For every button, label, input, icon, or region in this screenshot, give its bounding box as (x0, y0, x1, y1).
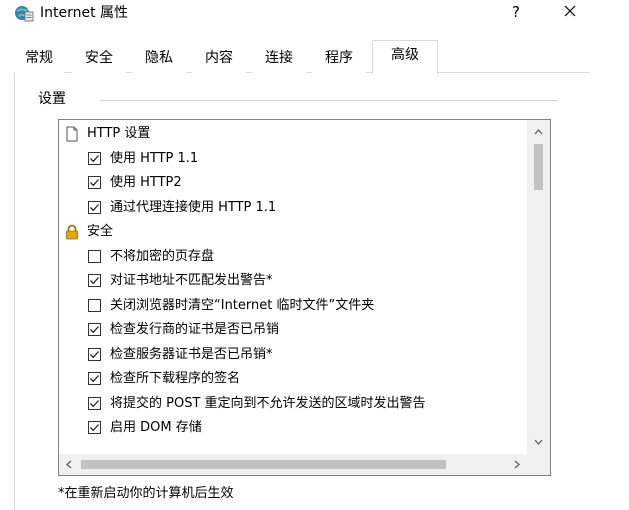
settings-option[interactable]: 对证书地址不匹配发出警告* (59, 269, 527, 293)
scroll-right-button[interactable] (507, 454, 527, 475)
checkmark-icon (90, 399, 99, 407)
option-label: 检查发行商的证书是否已吊销 (110, 322, 280, 337)
settings-option[interactable]: 检查发行商的证书是否已吊销 (59, 318, 527, 342)
scroll-down-button[interactable] (527, 432, 550, 452)
option-label: 检查服务器证书是否已吊销* (110, 346, 273, 362)
option-label: 检查所下载程序的签名 (110, 371, 241, 386)
chevron-down-icon (534, 439, 543, 445)
checkbox-checked[interactable] (88, 200, 101, 214)
tab-advanced[interactable]: 高级 (372, 40, 438, 74)
settings-listbox[interactable]: HTTP 设置使用 HTTP 1.1 使用 HTTP2 通过代理连接使用 HTTP … (58, 119, 551, 476)
settings-group-label: 设置 (38, 89, 66, 109)
tab-programs[interactable]: 程序 (312, 44, 366, 73)
page-icon (64, 126, 80, 142)
checkmark-icon (90, 326, 99, 334)
settings-category: 安全 (59, 220, 527, 244)
checkbox-checked[interactable] (88, 274, 101, 287)
category-label: HTTP 设置 (87, 126, 151, 141)
help-button[interactable]: ? (505, 1, 527, 23)
checkmark-icon (90, 424, 99, 432)
checkmark-icon (90, 203, 99, 211)
chevron-right-icon (514, 460, 520, 469)
tab-privacy[interactable]: 隐私 (132, 44, 186, 73)
close-button[interactable] (556, 0, 584, 24)
window-title: Internet 属性 (40, 5, 129, 21)
option-label: 通过代理连接使用 HTTP 1.1 (110, 199, 277, 215)
chevron-left-icon (66, 460, 72, 469)
checkbox-checked[interactable] (88, 176, 101, 189)
checkmark-icon (90, 375, 99, 383)
chevron-up-icon (534, 129, 543, 135)
settings-option[interactable]: 不将加密的页存盘 (59, 245, 527, 269)
vertical-scrollbar[interactable] (527, 120, 550, 454)
tab-content[interactable]: 内容 (192, 44, 246, 73)
checkbox-unchecked[interactable] (88, 298, 101, 312)
settings-option[interactable]: 将提交的 POST 重定向到不允许发送的区域时发出警告 (59, 392, 527, 416)
internet-options-icon (14, 3, 34, 23)
checkbox-checked[interactable] (88, 323, 101, 336)
option-label: 对证书地址不匹配发出警告* (110, 273, 273, 288)
option-label: 关闭浏览器时清空“Internet 临时文件”文件夹 (110, 297, 375, 313)
lock-icon (64, 224, 80, 240)
tab-general[interactable]: 常规 (14, 44, 64, 73)
tab-security[interactable]: 安全 (72, 44, 126, 73)
category-label: 安全 (87, 224, 114, 239)
option-label: 使用 HTTP 1.1 (110, 150, 199, 166)
settings-option[interactable]: 启用 DOM 存储 (59, 416, 527, 440)
restart-note: *在重新启动你的计算机后生效 (58, 486, 234, 501)
checkmark-icon (90, 154, 99, 162)
checkmark-icon (90, 277, 99, 285)
checkbox-checked[interactable] (88, 347, 101, 361)
title-bar: Internet 属性 ? (0, 0, 629, 34)
close-icon (564, 5, 576, 17)
settings-list: HTTP 设置使用 HTTP 1.1 使用 HTTP2 通过代理连接使用 HTTP … (59, 120, 527, 454)
settings-option[interactable]: 检查服务器证书是否已吊销* (59, 343, 527, 367)
settings-category: HTTP 设置 (59, 122, 527, 146)
option-label: 不将加密的页存盘 (110, 248, 215, 264)
scroll-left-button[interactable] (59, 454, 79, 475)
tab-connections[interactable]: 连接 (252, 44, 306, 73)
checkbox-checked[interactable] (88, 372, 101, 385)
settings-option[interactable]: 使用 HTTP2 (59, 171, 527, 195)
settings-option[interactable]: 关闭浏览器时清空“Internet 临时文件”文件夹 (59, 294, 527, 318)
scrollbar-corner (527, 454, 550, 475)
option-label: 使用 HTTP2 (110, 175, 182, 190)
checkbox-checked[interactable] (88, 396, 101, 410)
settings-option[interactable]: 通过代理连接使用 HTTP 1.1 (59, 196, 527, 220)
horizontal-scrollbar[interactable] (59, 454, 527, 475)
checkmark-icon (90, 179, 99, 187)
internet-properties-dialog: Internet 属性 ? 常规 安全 隐私 内容 连接 程序 高级 设置 HT… (0, 0, 629, 510)
settings-option[interactable]: 使用 HTTP 1.1 (59, 147, 527, 171)
vertical-scroll-thumb[interactable] (534, 144, 543, 190)
checkmark-icon (90, 350, 99, 358)
settings-option[interactable]: 检查所下载程序的签名 (59, 367, 527, 391)
group-divider (100, 100, 558, 101)
scroll-up-button[interactable] (527, 122, 550, 142)
option-label: 启用 DOM 存储 (110, 420, 202, 435)
horizontal-scroll-thumb[interactable] (81, 460, 446, 469)
checkbox-checked[interactable] (88, 151, 101, 165)
checkbox-checked[interactable] (88, 421, 101, 434)
option-label: 将提交的 POST 重定向到不允许发送的区域时发出警告 (110, 395, 426, 411)
checkbox-unchecked[interactable] (88, 249, 101, 263)
